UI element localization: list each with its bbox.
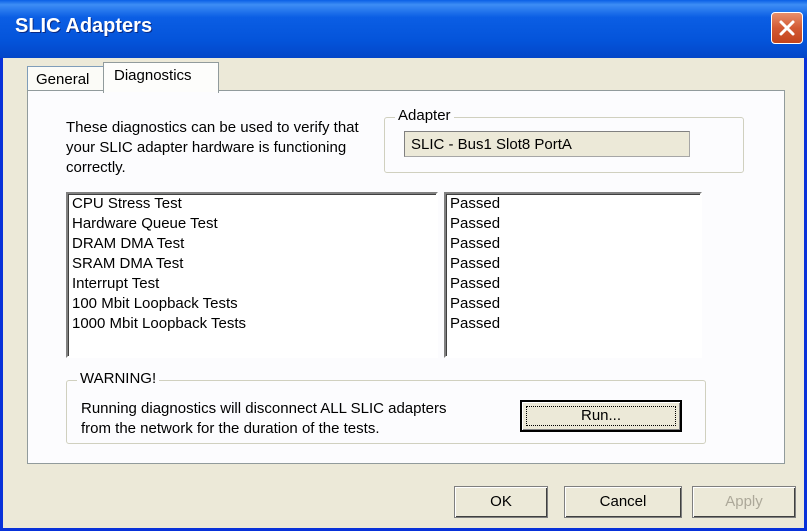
list-item[interactable]: Interrupt Test: [68, 274, 436, 294]
adapter-legend: Adapter: [395, 107, 454, 124]
list-item[interactable]: 1000 Mbit Loopback Tests: [68, 314, 436, 334]
ok-button[interactable]: OK: [454, 486, 548, 518]
results-list[interactable]: Passed Passed Passed Passed Passed Passe…: [444, 192, 702, 358]
list-item[interactable]: 100 Mbit Loopback Tests: [68, 294, 436, 314]
warning-legend: WARNING!: [77, 370, 160, 387]
list-item[interactable]: Hardware Queue Test: [68, 214, 436, 234]
tab-diagnostics[interactable]: Diagnostics: [103, 62, 219, 95]
list-item[interactable]: DRAM DMA Test: [68, 234, 436, 254]
result-item[interactable]: Passed: [446, 294, 700, 314]
tab-general[interactable]: General: [27, 66, 107, 91]
cancel-button[interactable]: Cancel: [564, 486, 682, 518]
result-item[interactable]: Passed: [446, 274, 700, 294]
close-icon: [779, 20, 795, 36]
result-item[interactable]: Passed: [446, 254, 700, 274]
result-item[interactable]: Passed: [446, 194, 700, 214]
tests-list[interactable]: CPU Stress Test Hardware Queue Test DRAM…: [66, 192, 438, 358]
tab-diagnostics-label: Diagnostics: [114, 67, 192, 84]
description-text: These diagnostics can be used to verify …: [66, 119, 359, 176]
warning-text: Running diagnostics will disconnect ALL …: [81, 399, 447, 439]
tab-general-label: General: [36, 71, 90, 88]
apply-button[interactable]: Apply: [692, 486, 796, 518]
close-button[interactable]: [771, 12, 803, 44]
warning-line-2: from the network for the duration of the…: [81, 420, 380, 437]
list-item[interactable]: CPU Stress Test: [68, 194, 436, 214]
adapter-group: Adapter SLIC - Bus1 Slot8 PortA: [384, 107, 744, 173]
warning-line-1: Running diagnostics will disconnect ALL …: [81, 400, 447, 417]
title-bar[interactable]: SLIC Adapters: [0, 0, 807, 58]
result-item[interactable]: Passed: [446, 234, 700, 254]
result-item[interactable]: Passed: [446, 314, 700, 334]
list-item[interactable]: SRAM DMA Test: [68, 254, 436, 274]
result-item[interactable]: Passed: [446, 214, 700, 234]
run-button[interactable]: Run...: [520, 400, 682, 432]
adapter-field: SLIC - Bus1 Slot8 PortA: [404, 131, 690, 157]
window-title: SLIC Adapters: [15, 15, 153, 37]
